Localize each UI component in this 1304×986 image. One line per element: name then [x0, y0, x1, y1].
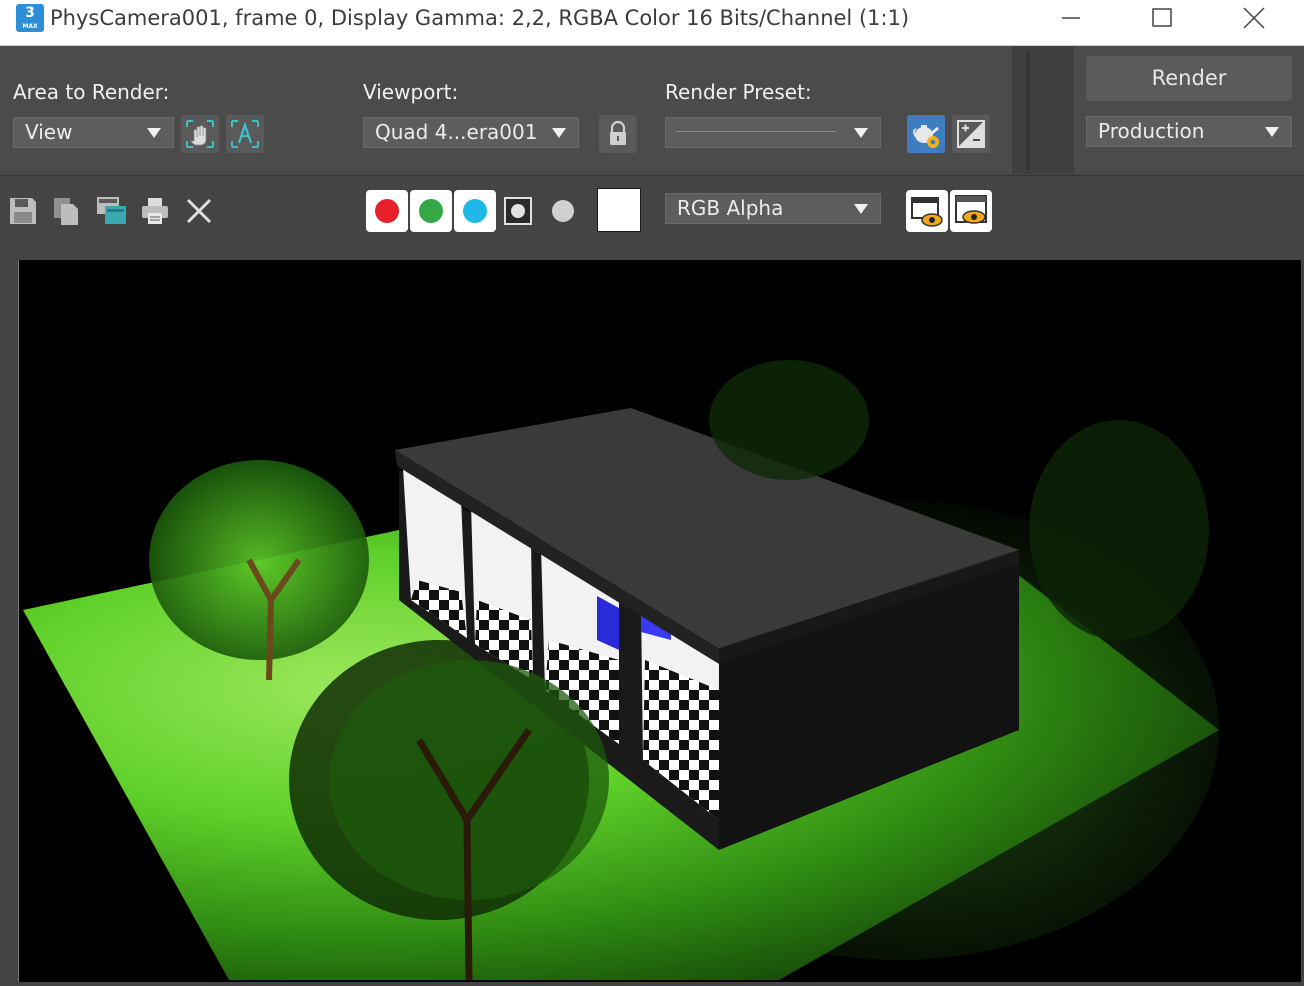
background-tree: [709, 360, 869, 480]
render-controls-panel: [0, 46, 1012, 174]
clear-image-button[interactable]: [184, 196, 214, 230]
preset-separator-line: [676, 131, 836, 132]
edit-region-button[interactable]: [181, 115, 219, 153]
frame-buffer-button[interactable]: [950, 190, 992, 232]
chevron-down-icon: [1265, 127, 1279, 137]
area-to-render-dropdown[interactable]: View: [13, 117, 174, 148]
production-dropdown[interactable]: Production: [1086, 116, 1292, 147]
background-tree: [1029, 420, 1209, 640]
copy-image-button[interactable]: [52, 196, 82, 230]
minimize-button[interactable]: [1043, 0, 1099, 40]
alpha-channel-icon: [504, 197, 532, 225]
production-value: Production: [1098, 119, 1205, 143]
panel-separator-line: [1026, 52, 1030, 170]
chevron-down-icon: [854, 204, 868, 214]
minimize-icon: [1062, 17, 1080, 19]
area-to-render-value: View: [25, 120, 73, 144]
viewport-dropdown[interactable]: Quad 4...era001: [363, 117, 579, 148]
red-channel-icon: [375, 199, 399, 223]
toolbar-divider: [0, 243, 1304, 257]
rendered-image: [23, 360, 1219, 981]
auto-region-icon: [231, 120, 259, 148]
panel-separator: [1012, 46, 1074, 174]
clear-color-swatch[interactable]: [597, 188, 641, 232]
render-setup-button[interactable]: [907, 115, 945, 153]
auto-region-button[interactable]: [226, 115, 264, 153]
red-channel-toggle[interactable]: [366, 190, 408, 232]
channel-display-value: RGB Alpha: [677, 196, 784, 220]
close-window-icon: [1243, 7, 1265, 29]
exposure-icon: [957, 120, 985, 148]
chevron-down-icon: [552, 128, 566, 138]
channel-display-dropdown[interactable]: RGB Alpha: [665, 193, 881, 224]
exposure-control-button[interactable]: [952, 115, 990, 153]
tree-canopy: [149, 460, 369, 660]
app-icon-text: MAX: [22, 23, 38, 30]
window-title: PhysCamera001, frame 0, Display Gamma: 2…: [50, 6, 910, 30]
chevron-down-icon: [854, 128, 868, 138]
blue-channel-icon: [463, 199, 487, 223]
maximize-button[interactable]: [1134, 0, 1190, 40]
display-toggle-icon: [911, 197, 943, 227]
chevron-down-icon: [147, 128, 161, 138]
copy-icon: [54, 198, 78, 225]
green-channel-icon: [419, 199, 443, 223]
lock-icon: [610, 120, 626, 145]
render-button[interactable]: Render: [1086, 56, 1292, 101]
display-toggle-button[interactable]: [906, 190, 948, 232]
monochrome-icon: [552, 200, 574, 222]
print-image-button[interactable]: [140, 196, 170, 230]
green-channel-toggle[interactable]: [410, 190, 452, 232]
render-preset-label: Render Preset:: [665, 80, 812, 104]
frame-buffer-icon: [955, 195, 987, 224]
save-image-button[interactable]: [8, 196, 38, 230]
save-icon: [10, 198, 36, 224]
3dsmax-app-icon: 3 MAX: [16, 4, 44, 32]
area-to-render-label: Area to Render:: [13, 80, 170, 104]
viewport-label: Viewport:: [363, 80, 459, 104]
monochrome-toggle[interactable]: [548, 196, 578, 230]
title-bar: 3 MAX PhysCamera001, frame 0, Display Ga…: [0, 0, 1304, 46]
render-setup-teapot-icon: [913, 125, 939, 148]
clone-window-button[interactable]: [96, 196, 128, 230]
viewport-value: Quad 4...era001: [375, 120, 538, 144]
close-icon: [186, 198, 212, 224]
close-window-button[interactable]: [1226, 0, 1282, 40]
lock-viewport-button[interactable]: [599, 115, 637, 153]
print-icon: [142, 198, 168, 224]
app-icon-number: 3: [25, 5, 35, 21]
render-frame-viewport[interactable]: [18, 260, 1301, 982]
region-hand-icon: [186, 120, 214, 148]
render-preset-dropdown[interactable]: [665, 117, 881, 148]
clone-window-icon: [97, 197, 126, 224]
alpha-channel-toggle[interactable]: [503, 196, 535, 230]
maximize-icon: [1152, 8, 1172, 27]
blue-channel-toggle[interactable]: [454, 190, 496, 232]
